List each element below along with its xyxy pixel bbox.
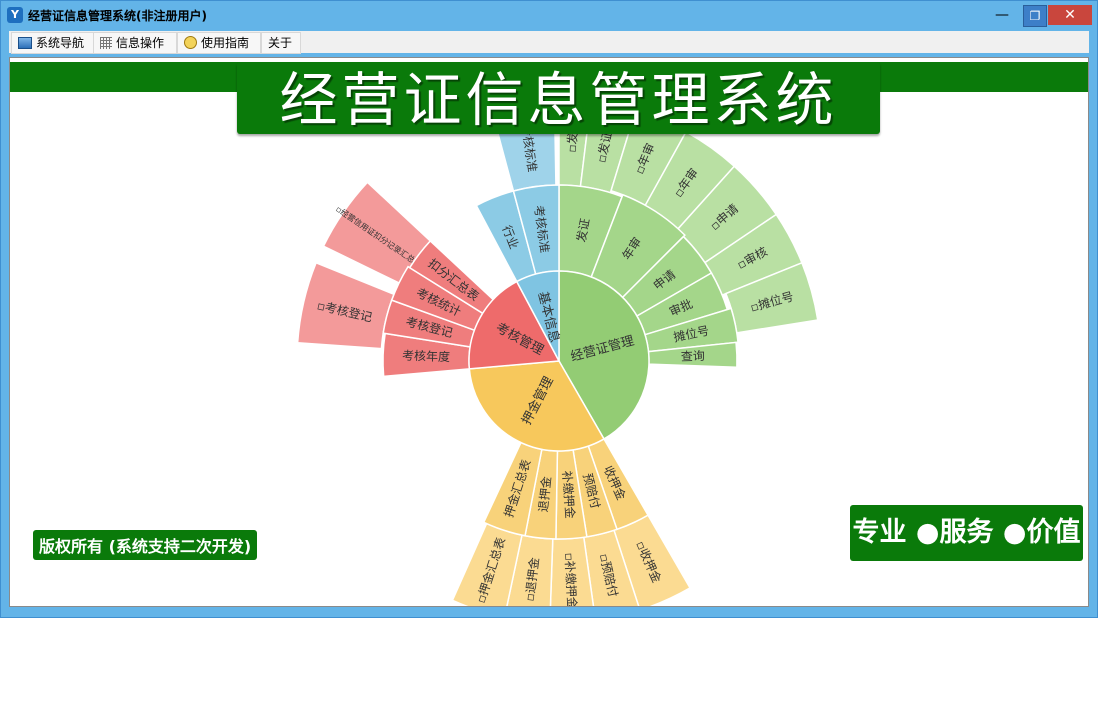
header-title-box: 经营证信息管理系统	[237, 62, 880, 134]
menu-bar: 系统导航 信息操作 使用指南 关于	[9, 31, 1089, 54]
menu-info-ops[interactable]: 信息操作	[93, 32, 177, 54]
middle-ring-label: 考核年度	[402, 348, 451, 365]
title-bar[interactable]: Y 经营证信息管理系统(非注册用户) — ❐ ✕	[1, 1, 1097, 29]
menu-about[interactable]: 关于	[261, 32, 301, 54]
page-title: 经营证信息管理系统	[279, 66, 838, 134]
grid-icon	[100, 37, 112, 49]
window-title: 经营证信息管理系统(非注册用户)	[28, 9, 207, 23]
main-panel: ▫发 ▫发证 ▫年审 ▫年审 ▫申请 ▫审核 ▫摊位号 ▫收押金 ▫预赔付 ▫补缴押金 ▫退押金 ▫押…	[9, 57, 1089, 607]
copyright-badge: 版权所有 (系统支持二次开发)	[33, 530, 258, 560]
outer-ring-label: ▫发	[564, 132, 580, 153]
app-window: Y 经营证信息管理系统(非注册用户) — ❐ ✕ 系统导航 信息操作 使用指南 …	[0, 0, 1098, 618]
menu-label: 关于	[268, 36, 293, 50]
restore-button[interactable]: ❐	[1023, 5, 1047, 27]
middle-ring-label: 查询	[681, 349, 705, 364]
menu-label: 信息操作	[116, 36, 165, 50]
menu-system-nav[interactable]: 系统导航	[11, 32, 97, 54]
menu-label: 使用指南	[201, 36, 250, 50]
nav-icon	[18, 37, 32, 49]
outer-ring-label: ▫补缴押金	[562, 552, 580, 606]
slogan-badge: 专业 ●服务 ●价值	[850, 505, 1083, 561]
help-icon	[184, 36, 197, 49]
menu-user-guide[interactable]: 使用指南	[177, 32, 261, 54]
menu-label: 系统导航	[36, 36, 85, 50]
minimize-button[interactable]: —	[989, 5, 1015, 25]
app-icon: Y	[7, 7, 23, 23]
close-button[interactable]: ✕	[1048, 5, 1092, 25]
